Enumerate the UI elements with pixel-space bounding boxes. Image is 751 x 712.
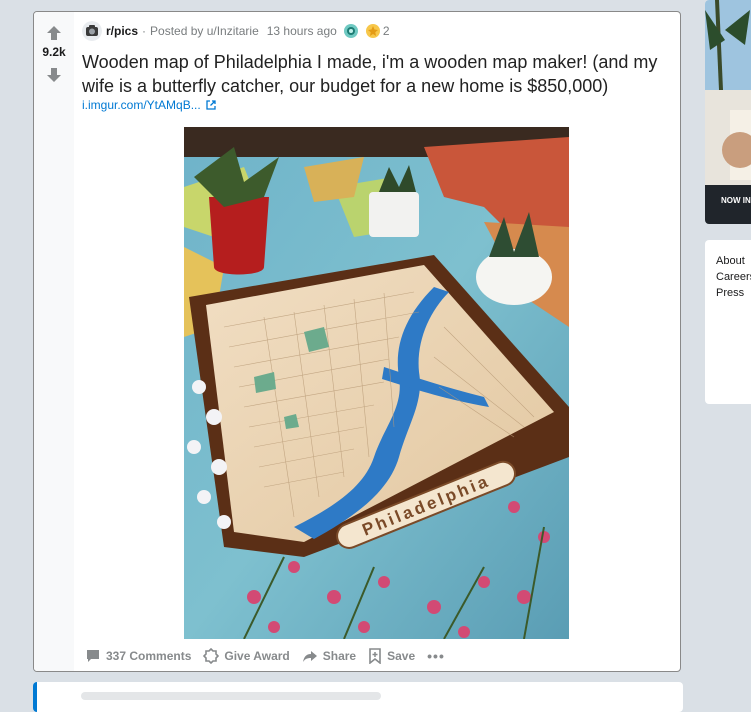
ad-badge: NOW IN [721, 196, 751, 205]
wooden-map-photo: Philadelphia [184, 127, 569, 639]
more-options-button[interactable]: ••• [422, 646, 450, 666]
sidebar-link-press[interactable]: Press [716, 285, 751, 301]
next-post-preview[interactable] [33, 682, 683, 712]
subreddit-link[interactable]: r/pics [106, 24, 138, 38]
next-post-placeholder [81, 692, 381, 700]
comments-label: 337 Comments [106, 649, 192, 663]
post-time[interactable]: 13 hours ago [267, 24, 337, 38]
post-image[interactable]: Philadelphia [184, 127, 569, 639]
external-link[interactable]: i.imgur.com/YtAMqB... [82, 98, 216, 112]
ad-image [705, 0, 751, 224]
vote-column: 9.2k [34, 12, 74, 671]
upvote-arrow-icon[interactable] [45, 24, 63, 42]
share-button[interactable]: Share [297, 646, 361, 666]
bookmark-plus-icon [369, 648, 381, 664]
award-count: 2 [382, 24, 390, 38]
sidebar-links: About Careers Press [705, 240, 751, 404]
sidebar-ad[interactable]: NOW IN [705, 0, 751, 224]
post-title[interactable]: Wooden map of Philadelphia I made, i'm a… [82, 50, 672, 98]
gold-award-icon [365, 24, 380, 38]
downvote-arrow-icon[interactable] [45, 66, 63, 84]
comments-button[interactable]: 337 Comments [80, 646, 196, 666]
external-link-icon [206, 100, 216, 110]
subreddit-avatar-icon[interactable] [82, 21, 102, 41]
award-silver[interactable] [343, 23, 359, 39]
give-award-button[interactable]: Give Award [198, 646, 294, 666]
meta-dot: · [142, 24, 147, 38]
comment-icon [87, 650, 99, 662]
post-actions: 337 Comments Give Award Share Save ••• [80, 645, 452, 667]
share-arrow-icon [302, 651, 317, 662]
post-meta: r/pics · Posted by u/Inzitarie 13 hours … [82, 20, 390, 42]
vote-score: 9.2k [42, 45, 66, 59]
external-link-text: i.imgur.com/YtAMqB... [82, 98, 201, 112]
award-icon [203, 648, 220, 664]
silver-award-icon [343, 24, 358, 38]
share-label: Share [322, 649, 357, 663]
sidebar-link-careers[interactable]: Careers [716, 269, 751, 285]
post-card[interactable]: 9.2k r/pics · Posted by u/Inzitarie 13 h… [33, 11, 681, 672]
award-gold[interactable]: 2 [365, 23, 390, 39]
save-label: Save [387, 649, 416, 663]
posted-by-link[interactable]: Posted by u/Inzitarie [150, 24, 259, 38]
sidebar-link-about[interactable]: About [716, 253, 751, 269]
save-button[interactable]: Save [363, 646, 420, 666]
give-award-label: Give Award [224, 649, 290, 663]
